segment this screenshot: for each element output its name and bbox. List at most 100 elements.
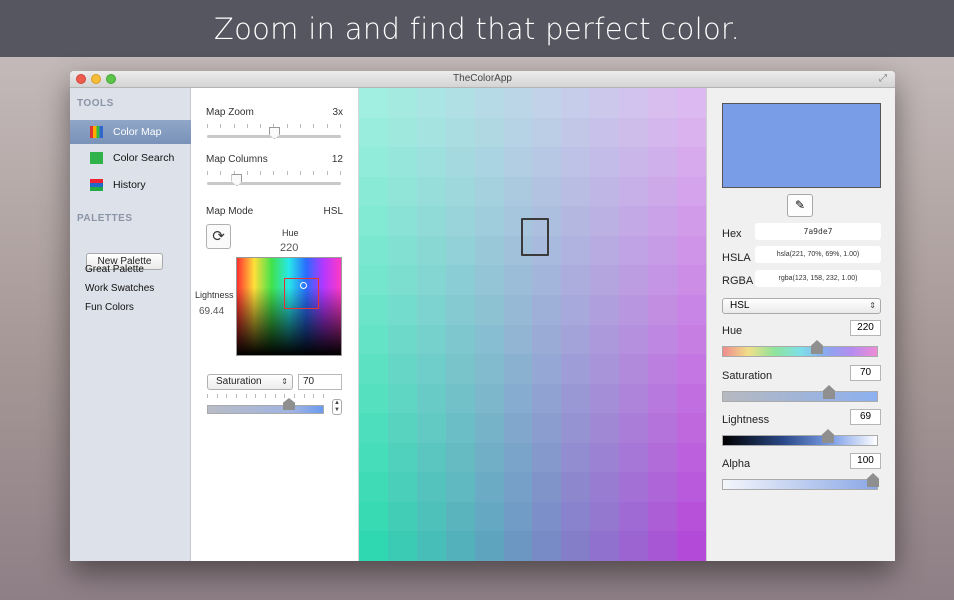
- alpha-slider[interactable]: [722, 479, 878, 490]
- color-map-cell[interactable]: [532, 442, 562, 473]
- palette-item[interactable]: Work Swatches: [85, 283, 154, 294]
- color-map-cell[interactable]: [648, 501, 678, 532]
- color-map-cell[interactable]: [648, 354, 678, 384]
- hsla-field[interactable]: hsla(221, 70%, 69%, 1.00): [755, 246, 881, 263]
- color-map-cell[interactable]: [503, 501, 533, 532]
- color-map-cell[interactable]: [561, 147, 591, 177]
- hue-slider-knob[interactable]: [811, 340, 823, 354]
- color-map-cell[interactable]: [359, 206, 388, 236]
- color-map-cell[interactable]: [648, 235, 678, 266]
- color-map-cell[interactable]: [532, 147, 562, 177]
- color-map-cell[interactable]: [503, 117, 533, 148]
- color-map-cell[interactable]: [359, 117, 388, 148]
- color-map-cell[interactable]: [532, 88, 562, 118]
- color-map-cell[interactable]: [619, 265, 649, 295]
- color-map-cell[interactable]: [359, 442, 388, 473]
- color-map-cell[interactable]: [590, 501, 620, 532]
- alpha-field[interactable]: 100: [850, 453, 881, 469]
- color-map-cell[interactable]: [503, 265, 533, 295]
- color-map-cell[interactable]: [532, 354, 562, 384]
- color-map-cell[interactable]: [503, 413, 533, 443]
- color-map-cell[interactable]: [590, 383, 620, 414]
- color-map-cell[interactable]: [648, 265, 678, 295]
- color-map-cell[interactable]: [532, 472, 562, 502]
- color-map-cell[interactable]: [503, 176, 533, 207]
- color-map-cell[interactable]: [359, 235, 388, 266]
- color-map-cell[interactable]: [387, 354, 417, 384]
- hue-lightness-picker[interactable]: [236, 257, 342, 356]
- color-map-cell[interactable]: [561, 413, 591, 443]
- color-map-cell[interactable]: [474, 442, 504, 473]
- color-map-cell[interactable]: [445, 324, 475, 355]
- color-map-cell[interactable]: [445, 294, 475, 325]
- hue-field[interactable]: 220: [850, 320, 881, 336]
- eyedropper-button[interactable]: ✎: [787, 194, 813, 217]
- color-map-cell[interactable]: [590, 235, 620, 266]
- color-map-cell[interactable]: [648, 117, 678, 148]
- color-map-cell[interactable]: [474, 117, 504, 148]
- axis-stepper[interactable]: ▲ ▼: [332, 399, 342, 415]
- color-map-cell[interactable]: [503, 324, 533, 355]
- color-map-cell[interactable]: [619, 206, 649, 236]
- color-map-cell[interactable]: [561, 442, 591, 473]
- lightness-slider-knob[interactable]: [822, 429, 834, 443]
- color-map-cell[interactable]: [387, 147, 417, 177]
- color-map-cell[interactable]: [416, 176, 446, 207]
- color-map-cell[interactable]: [503, 147, 533, 177]
- palette-item[interactable]: Fun Colors: [85, 302, 134, 313]
- color-map-cell[interactable]: [359, 265, 388, 295]
- color-map-cell[interactable]: [677, 88, 706, 118]
- color-map-selection[interactable]: [521, 218, 549, 256]
- color-map-cell[interactable]: [677, 294, 706, 325]
- color-map-cell[interactable]: [503, 88, 533, 118]
- color-map-cell[interactable]: [387, 442, 417, 473]
- color-map-cell[interactable]: [416, 206, 446, 236]
- color-map-cell[interactable]: [648, 88, 678, 118]
- color-map-cell[interactable]: [590, 531, 620, 561]
- color-map-cell[interactable]: [532, 501, 562, 532]
- color-map-cell[interactable]: [416, 294, 446, 325]
- color-map-cell[interactable]: [359, 472, 388, 502]
- color-map-cell[interactable]: [648, 176, 678, 207]
- color-map-cell[interactable]: [619, 235, 649, 266]
- color-map-cell[interactable]: [416, 235, 446, 266]
- color-map-cell[interactable]: [416, 413, 446, 443]
- color-map-cell[interactable]: [387, 235, 417, 266]
- lightness-slider[interactable]: [722, 435, 878, 446]
- color-map-cell[interactable]: [677, 206, 706, 236]
- sidebar-item-color-search[interactable]: Color Search: [70, 146, 191, 170]
- color-map-cell[interactable]: [503, 354, 533, 384]
- color-map-cell[interactable]: [648, 206, 678, 236]
- color-map-cell[interactable]: [416, 88, 446, 118]
- color-map-cell[interactable]: [445, 176, 475, 207]
- color-map-cell[interactable]: [561, 294, 591, 325]
- color-map-cell[interactable]: [416, 147, 446, 177]
- color-map-cell[interactable]: [474, 294, 504, 325]
- color-map-cell[interactable]: [416, 442, 446, 473]
- lightness-field[interactable]: 69: [850, 409, 881, 425]
- color-map-cell[interactable]: [387, 531, 417, 561]
- color-map-cell[interactable]: [503, 442, 533, 473]
- color-map-cell[interactable]: [590, 472, 620, 502]
- color-map-cell[interactable]: [677, 383, 706, 414]
- color-map-cell[interactable]: [677, 442, 706, 473]
- color-map-cell[interactable]: [677, 413, 706, 443]
- color-map-cell[interactable]: [359, 413, 388, 443]
- rgba-field[interactable]: rgba(123, 158, 232, 1.00): [755, 270, 881, 287]
- color-map-cell[interactable]: [677, 324, 706, 355]
- color-map-cell[interactable]: [532, 383, 562, 414]
- color-map-cell[interactable]: [416, 324, 446, 355]
- color-map-cell[interactable]: [359, 501, 388, 532]
- color-map-cell[interactable]: [416, 501, 446, 532]
- color-map-cell[interactable]: [387, 206, 417, 236]
- color-map-cell[interactable]: [561, 88, 591, 118]
- color-map-cell[interactable]: [561, 117, 591, 148]
- color-map-cell[interactable]: [590, 413, 620, 443]
- color-map-cell[interactable]: [474, 354, 504, 384]
- color-map-cell[interactable]: [445, 531, 475, 561]
- color-map-cell[interactable]: [619, 117, 649, 148]
- color-map-cell[interactable]: [474, 472, 504, 502]
- color-map-cell[interactable]: [387, 501, 417, 532]
- color-map-cell[interactable]: [474, 324, 504, 355]
- color-map-cell[interactable]: [590, 294, 620, 325]
